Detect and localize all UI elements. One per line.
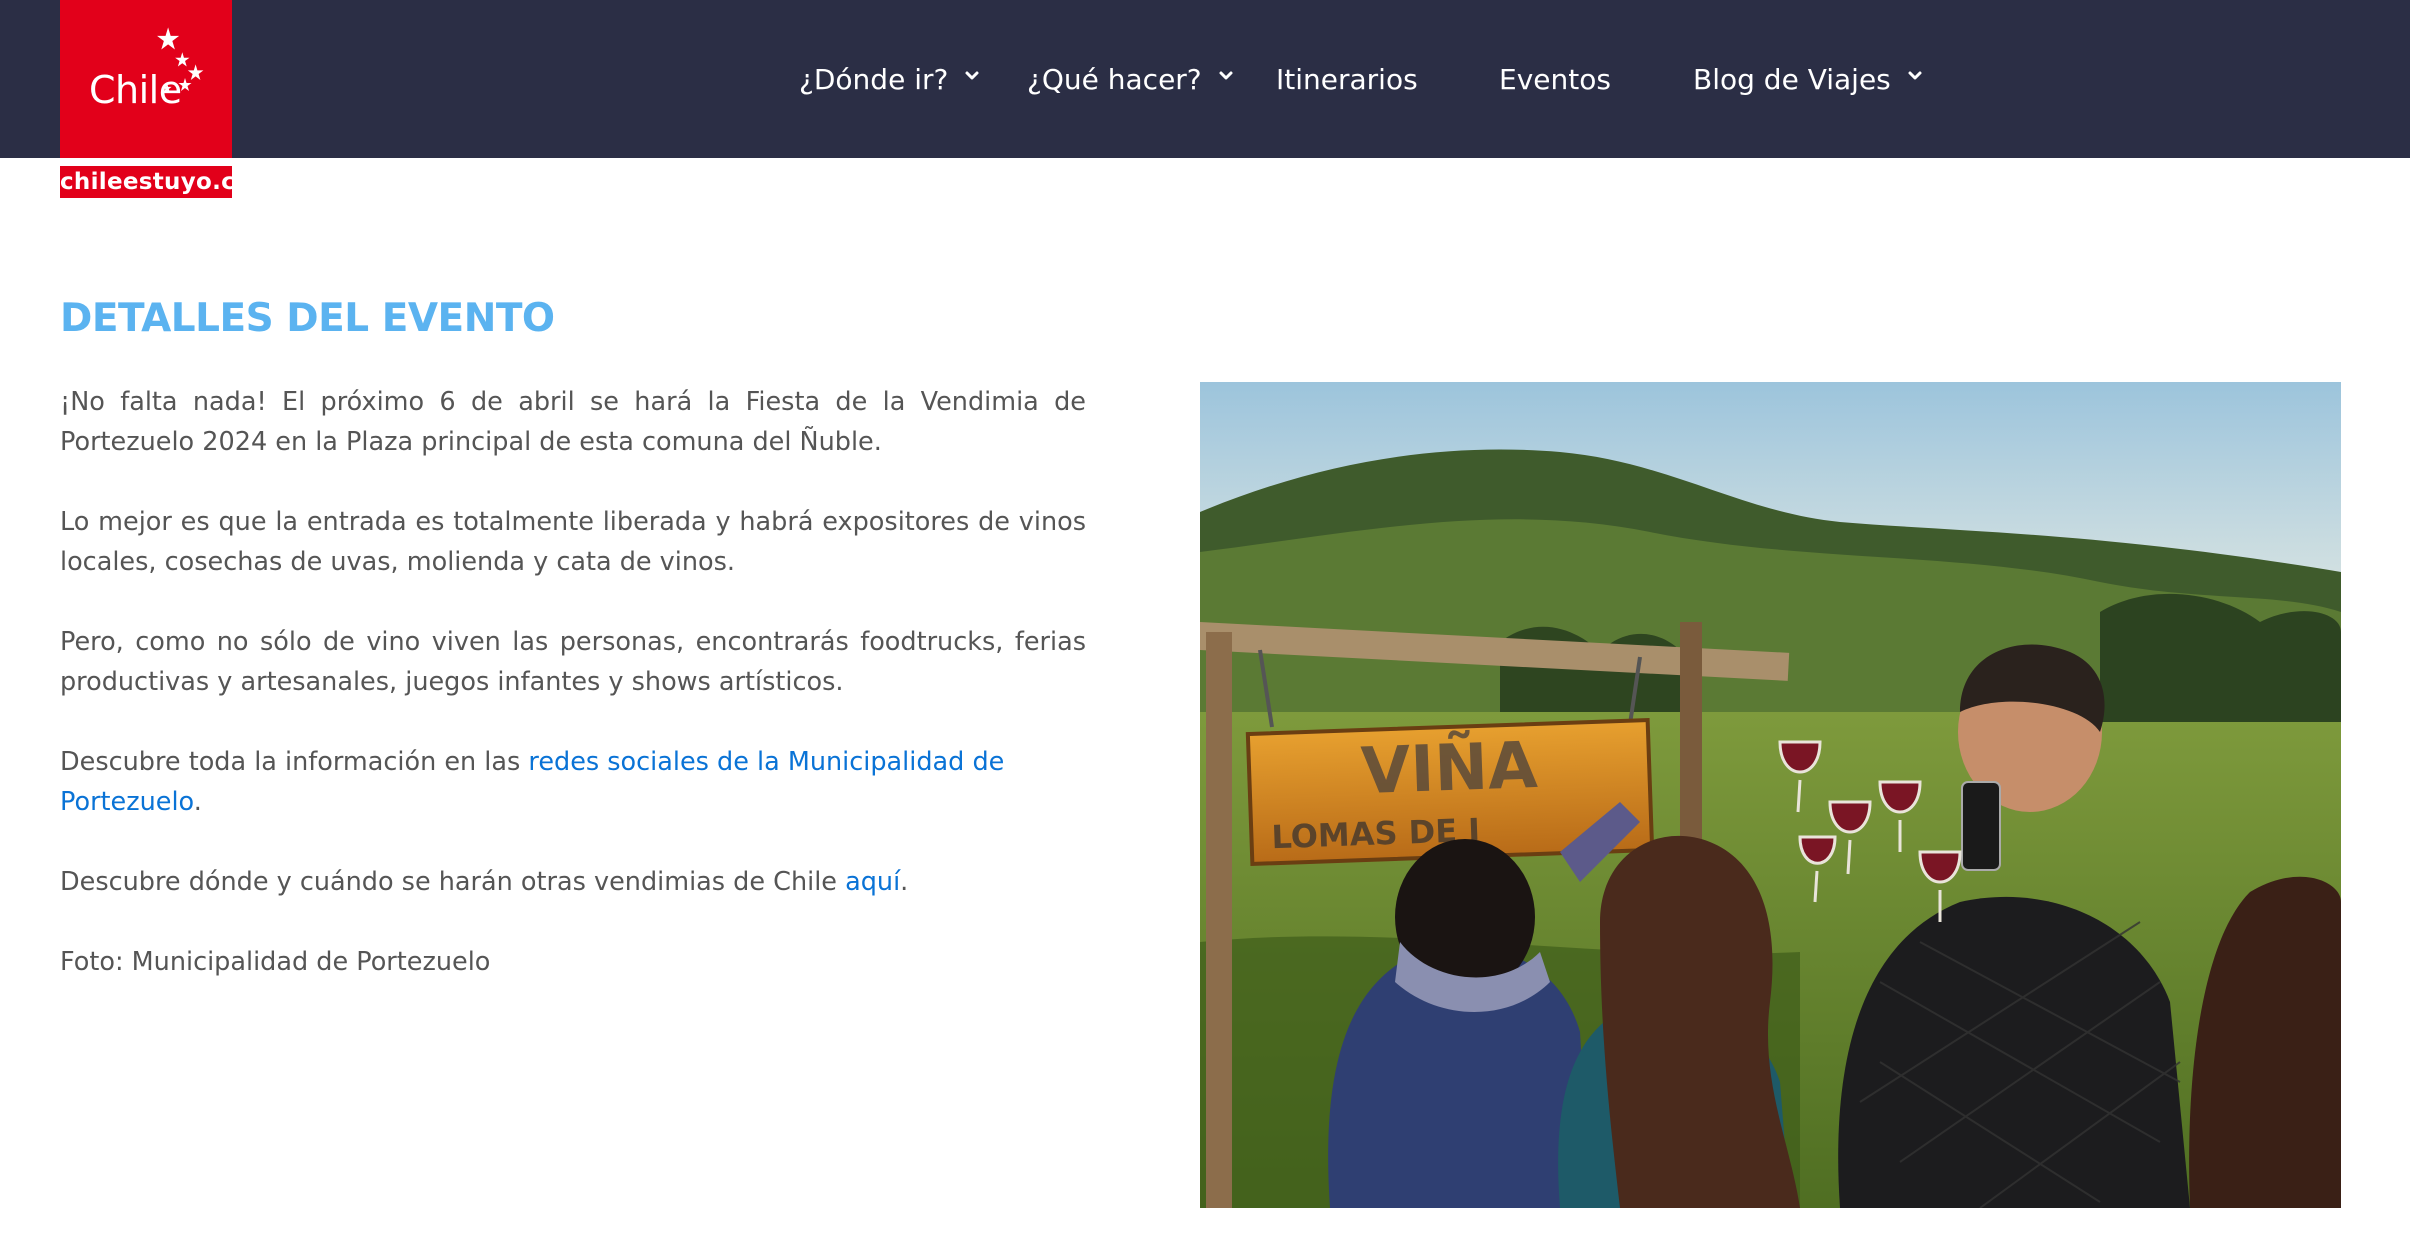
- paragraph-activities: Pero, como no sólo de vino viven las per…: [60, 627, 1086, 697]
- other-vendimias-period: .: [900, 867, 909, 897]
- event-description: ¡No falta nada! El próximo 6 de abril se…: [60, 382, 1086, 1022]
- other-vendimias-text: Descubre dónde y cuándo se harán otras v…: [60, 867, 846, 897]
- photo-credit: Foto: Municipalidad de Portezuelo: [60, 947, 491, 977]
- chevron-down-icon: [1219, 71, 1233, 80]
- aqui-link[interactable]: aquí: [845, 867, 900, 897]
- more-info-period: .: [193, 787, 202, 817]
- logo-wordmark: Chile: [89, 68, 182, 112]
- domain-badge[interactable]: chileestuyo.cl: [60, 166, 243, 198]
- nav-que-hacer[interactable]: ¿Qué hacer?: [1027, 0, 1234, 158]
- nav-donde-ir[interactable]: ¿Dónde ir?: [799, 0, 980, 158]
- more-info-text: Descubre toda la información en las: [60, 747, 529, 777]
- chevron-down-icon: [965, 71, 979, 80]
- nav-eventos[interactable]: Eventos: [1499, 0, 1611, 158]
- nav-label: ¿Dónde ir?: [799, 62, 949, 96]
- nav-label: Blog de Viajes: [1693, 62, 1891, 96]
- chile-logo[interactable]: Chile: [60, 0, 232, 158]
- site-header: Chile ¿Dónde ir? ¿Qué hacer? Itinerarios…: [0, 0, 2410, 158]
- nav-blog-de-viajes[interactable]: Blog de Viajes: [1693, 0, 1923, 158]
- nav-label: ¿Qué hacer?: [1027, 62, 1202, 96]
- paragraph-entry: Lo mejor es que la entrada es totalmente…: [60, 507, 1086, 577]
- nav-label: Eventos: [1499, 62, 1611, 96]
- paragraph-other-vendimias: Descubre dónde y cuándo se harán otras v…: [60, 862, 1086, 902]
- sign-text-vina: VIÑA: [1360, 727, 1539, 809]
- section-title: DETALLES DEL EVENTO: [60, 296, 555, 341]
- paragraph-intro: ¡No falta nada! El próximo 6 de abril se…: [60, 387, 1086, 457]
- vineyard-photo-illustration: VIÑA LOMAS DE J: [1200, 382, 2341, 1208]
- nav-itinerarios[interactable]: Itinerarios: [1276, 0, 1418, 158]
- paragraph-more-info: Descubre toda la información en las rede…: [60, 742, 1086, 822]
- nav-label: Itinerarios: [1276, 62, 1418, 96]
- chevron-down-icon: [1908, 71, 1922, 80]
- event-photo: VIÑA LOMAS DE J: [1200, 382, 2341, 1208]
